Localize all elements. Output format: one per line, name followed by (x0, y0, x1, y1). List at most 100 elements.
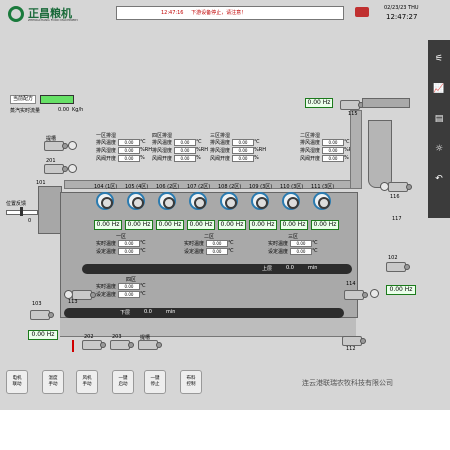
zone-3-row-2-label: 排风湿度 (210, 148, 231, 154)
fan-manual-line1: 风机 (82, 376, 92, 381)
motor-201-icon[interactable] (68, 164, 77, 173)
motor-linkage-button[interactable]: 电机 联动 (6, 370, 28, 394)
fan-104-icon[interactable] (96, 192, 114, 210)
fan-109-hz: 0.00 Hz (249, 220, 277, 230)
zone-3-exhaust-temp: 0.00 (232, 139, 254, 146)
fan-105-hz-unit: Hz (142, 221, 151, 228)
temp-zone-2-setpoint[interactable]: 0.00 (206, 248, 228, 255)
motor-201[interactable] (44, 164, 68, 174)
exhaust-pipe-top (362, 98, 410, 108)
motor-102[interactable] (386, 262, 410, 272)
motor-116[interactable] (388, 182, 412, 192)
fan-115-hz: 0.00 (307, 99, 321, 106)
motor-linkage-line2: 联动 (12, 382, 22, 387)
zone-4-row-2-unit: %RH (196, 147, 208, 153)
fan-106-hz: 0.00 Hz (156, 220, 184, 230)
lower-conveyor-label: 下层 (120, 310, 131, 316)
fan-105-icon[interactable] (127, 192, 145, 210)
fan-manual-button[interactable]: 风机 手动 (76, 370, 98, 394)
temp-zone-1-setpoint[interactable]: 0.00 (118, 248, 140, 255)
fan-115-motor[interactable] (340, 100, 364, 110)
fan-107-hz: 0.00 Hz (187, 220, 215, 230)
alarm-banner[interactable]: 12:47:16 下游设备停止，请注意！ (116, 6, 344, 20)
temp-zone-1-row-1-unit: ℃ (140, 240, 146, 246)
fan-104-hz-unit: Hz (111, 221, 120, 228)
temp-manual-line1: 温度 (48, 376, 58, 381)
spread-control-button[interactable]: 布料 控制 (180, 370, 202, 394)
zone-1-exhaust-temp: 0.00 (118, 139, 140, 146)
fan-108-hz: 0.00 Hz (218, 220, 246, 230)
one-key-stop-button[interactable]: 一键 停止 (144, 370, 166, 394)
zone-3-damper-opening: 0.00 (232, 155, 254, 162)
settings-sliders-icon[interactable]: ⚟ (428, 48, 450, 70)
motor-203[interactable] (110, 340, 134, 350)
temp-zone-4-setpoint[interactable]: 0.00 (118, 291, 140, 298)
zone-4-row-3-unit: % (196, 155, 201, 161)
device-112-label: 112 (346, 346, 356, 352)
fan-106-icon[interactable] (158, 192, 176, 210)
motor-linkage-line1: 电机 (12, 376, 22, 381)
formula-field[interactable] (40, 95, 74, 104)
fan-109-icon[interactable] (251, 192, 269, 210)
alarm-light-icon[interactable]: ☼ (428, 138, 450, 160)
zone-2-row-1-unit: ℃ (344, 139, 350, 145)
device-114-icon[interactable] (370, 289, 379, 298)
zone-4-exhaust-humidity: 0.00 (174, 147, 196, 154)
fan-111-icon[interactable] (313, 192, 331, 210)
formula-label: 当前配方 (10, 95, 37, 104)
hopper-motor[interactable] (138, 340, 162, 350)
temp-zone-2-actual: 0.00 (206, 240, 228, 247)
fan-107-hz-unit: Hz (204, 221, 213, 228)
fan-106-hz-unit: Hz (173, 221, 182, 228)
trough-motor[interactable] (44, 141, 68, 151)
zone-3-row-1-unit: ℃ (254, 139, 260, 145)
back-icon[interactable]: ↶ (428, 168, 450, 190)
fan-108-icon[interactable] (220, 192, 238, 210)
fan-111-hz-value: 0.00 (313, 221, 327, 228)
motor-102-hz-value: 0.00 (389, 286, 403, 293)
temp-zone-1-actual: 0.00 (118, 240, 140, 247)
temp-zone-1: 一区 实时温度 0.00 ℃ 设定温度 0.00 ℃ (96, 233, 146, 255)
trend-chart-icon[interactable]: 📈 (428, 78, 450, 100)
spread-control-line1: 布料 (186, 376, 196, 381)
zone-4-damper-opening: 0.00 (174, 155, 196, 162)
temp-zone-3-title: 三区 (288, 234, 299, 240)
temp-manual-button[interactable]: 温度 手动 (42, 370, 64, 394)
device-115-label: 115 (348, 111, 358, 117)
company-name: 连云港联瑞农牧科技有限公司 (302, 379, 393, 387)
alarm-message: 下游设备停止，请注意！ (191, 10, 247, 16)
fan-111-hz: 0.00 Hz (311, 220, 339, 230)
trough-valve-icon[interactable] (68, 141, 77, 150)
fan-110-icon[interactable] (282, 192, 300, 210)
motor-112[interactable] (342, 336, 366, 346)
temp-zone-2: 二区 实时温度 0.00 ℃ 设定温度 0.00 ℃ (184, 233, 234, 255)
temp-zone-2-row-1-label: 实时温度 (184, 241, 205, 247)
temp-zone-4-title: 四区 (126, 277, 137, 283)
fan-104-hz: 0.00 Hz (94, 220, 122, 230)
device-113-label: 113 (68, 299, 78, 305)
logo-icon (8, 6, 24, 22)
motor-103[interactable] (30, 310, 54, 320)
motor-114[interactable] (344, 290, 368, 300)
temp-zone-3-setpoint[interactable]: 0.00 (290, 248, 312, 255)
zone-4-row-2-label: 排风湿度 (152, 148, 173, 154)
zone-4-row-1-label: 排风温度 (152, 140, 173, 146)
fan-109-label: 109 (3区) (249, 184, 273, 190)
fan-107-icon[interactable] (189, 192, 207, 210)
temp-zone-4-row-1-unit: ℃ (140, 283, 146, 289)
time-display: 12:47:27 (386, 13, 418, 21)
motor-202[interactable] (82, 340, 106, 350)
zone-1-row-2-label: 排风湿度 (96, 148, 117, 154)
fan-111-hz-unit: Hz (328, 221, 337, 228)
motor-102-hz-unit: Hz (404, 286, 413, 293)
report-icon[interactable]: ▤ (428, 108, 450, 130)
position-slider-handle[interactable] (20, 207, 23, 216)
one-key-start-button[interactable]: 一键 启动 (112, 370, 134, 394)
fan-105-hz: 0.00 Hz (125, 220, 153, 230)
alarm-time: 12:47:16 (161, 10, 184, 16)
motor-102-hz: 0.00 Hz (386, 285, 416, 295)
exhaust-zone-2: 二区排湿 排风温度 0.00 ℃ 排风湿度 0.00 %RH 风阀开度 0.00… (300, 132, 356, 162)
zone-3-row-2-unit: %RH (254, 147, 266, 153)
zone-4-row-1-unit: ℃ (196, 139, 202, 145)
temp-zone-1-title: 一区 (116, 234, 127, 240)
